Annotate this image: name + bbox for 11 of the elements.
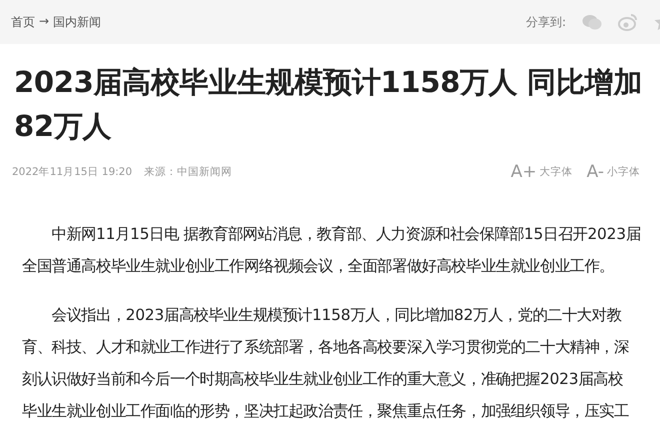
breadcrumb-separator: → [39, 14, 50, 30]
article-title: 2023届高校毕业生规模预计1158万人 同比增加82万人 [14, 64, 644, 145]
publish-time: 2022年11月15日 19:20 [12, 165, 132, 179]
share-label: 分享到: [526, 14, 566, 30]
weibo-icon[interactable] [618, 13, 638, 31]
article-paragraph: 中新网11月15日电 据教育部网站消息，教育部、人力资源和社会保障部15日召开2023届 全国普通高校毕业生就业创业工作网络视频会议，全面部署做好高校毕业生就业创业工作。 [22, 224, 642, 277]
article-source: 来源：中国新闻网 [144, 165, 232, 179]
chat-bubbles-icon[interactable] [582, 14, 602, 30]
breadcrumb-link[interactable]: 首页 [11, 14, 35, 30]
article-paragraph: 会议指出，2023届高校毕业生规模预计1158万人，同比增加82万人，党的二十大对教 育、科技、人才和就业工作进行了系统部署，各地各高校要深入学习贯彻党的二十大精神，深 刻认识做好当前和今后一个时期高校毕业生就业创业工作的重大意义，准确把握2023届高校 毕业生就业创业工作面临的形势，坚决扛起政治责任，聚焦重点任务，加强组织领导，压实工 [22, 305, 630, 422]
breadcrumb-link[interactable]: 国内新闻 [53, 14, 102, 30]
